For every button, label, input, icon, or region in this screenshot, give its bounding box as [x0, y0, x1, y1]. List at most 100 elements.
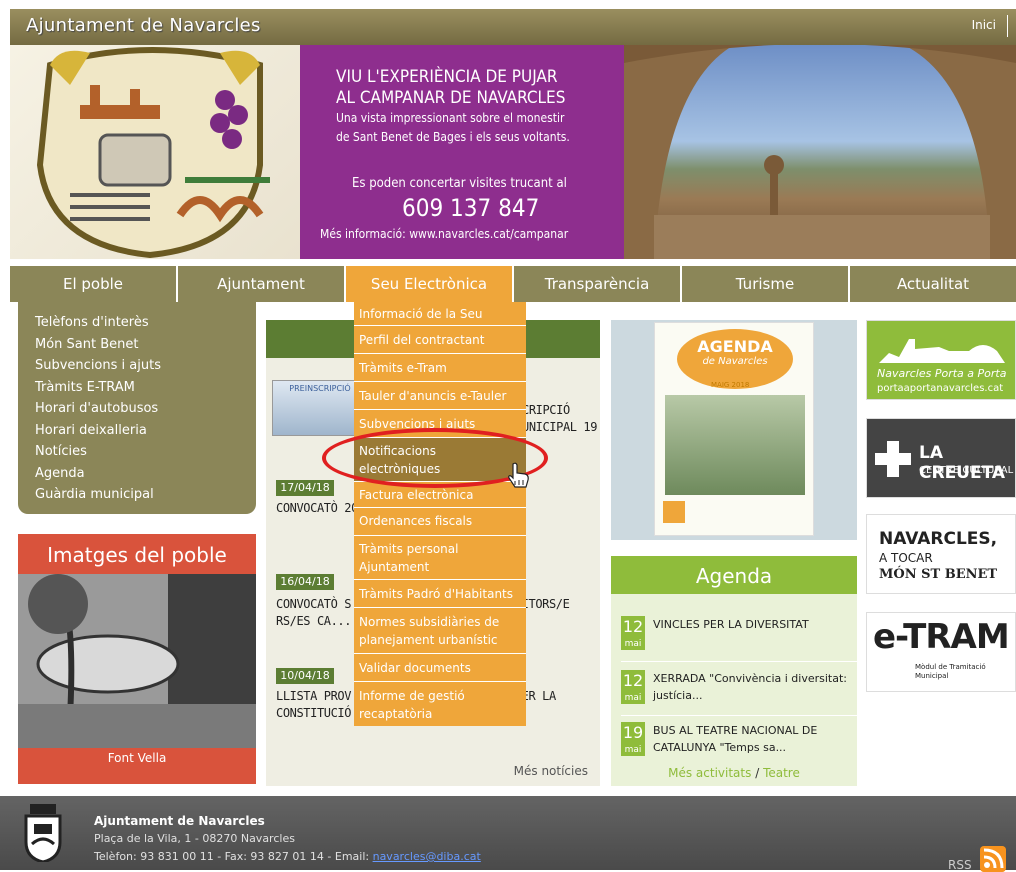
- main-nav: El poble Ajuntament Seu Electrònica Tran…: [10, 266, 1016, 302]
- promo-panel[interactable]: VIU L'EXPERIÈNCIA DE PUJAR AL CAMPANAR D…: [300, 45, 624, 259]
- dropdown-item[interactable]: Informació de la Seu: [354, 302, 526, 326]
- agenda-title: Agenda: [611, 556, 857, 594]
- news-item-4-date: 10/04/18: [276, 668, 334, 684]
- left-menu-item[interactable]: Notícies: [35, 441, 256, 463]
- dropdown-item[interactable]: Perfil del contractant: [354, 326, 526, 354]
- agenda-footer: Més activitats / Teatre: [611, 766, 857, 786]
- left-menu-item[interactable]: Telèfons d'interès: [35, 312, 256, 334]
- bell-tower-photo: [624, 45, 1016, 259]
- poster-logo: [663, 501, 685, 523]
- nav-seu-electronica[interactable]: Seu Electrònica: [346, 266, 514, 302]
- left-menu-item[interactable]: Horari d'autobusos: [35, 398, 256, 420]
- dropdown-item[interactable]: Tràmits personal Ajuntament: [354, 536, 526, 580]
- seu-electronica-dropdown: Informació de la Seu Perfil del contract…: [354, 302, 526, 726]
- municipal-shield-icon: [24, 804, 62, 862]
- event-month: mai: [621, 744, 645, 756]
- crest-image: [10, 45, 300, 259]
- agenda-list: 12 mai VINCLES PER LA DIVERSITAT 12 mai …: [611, 594, 857, 786]
- promo-headline-2: AL CAMPANAR DE NAVARCLES: [336, 88, 566, 108]
- promo-phone: 609 137 847: [402, 194, 540, 222]
- theatre-link[interactable]: Teatre: [763, 766, 800, 780]
- etram-subtitle: Mòdul de Tramitació Municipal: [915, 663, 986, 680]
- promo-text-2: de Sant Benet de Bages i els seus voltan…: [336, 130, 570, 144]
- event-month: mai: [621, 638, 645, 650]
- nav-transparencia[interactable]: Transparència: [514, 266, 682, 302]
- footer: Ajuntament de Navarcles Plaça de la Vila…: [0, 796, 1016, 872]
- left-menu-item[interactable]: Món Sant Benet: [35, 334, 256, 356]
- banner-mon-st-benet[interactable]: NAVARCLES, A TOCAR MÓN ST BENET: [866, 514, 1016, 594]
- promo-call-text: Es poden concertar visites trucant al: [352, 176, 567, 191]
- agenda-poster[interactable]: AGENDA de Navarcles MAIG 2018: [654, 322, 814, 536]
- poster-month: MAIG 2018: [711, 381, 750, 389]
- footer-name: Ajuntament de Navarcles: [94, 814, 265, 828]
- event-title[interactable]: XERRADA "Convivència i diversitat: justí…: [653, 670, 857, 704]
- town-icon: [879, 339, 1005, 363]
- dropdown-item[interactable]: Tauler d'anuncis e-Tauler: [354, 382, 526, 410]
- benet-subtitle: A TOCAR: [879, 551, 933, 565]
- top-bar: Ajuntament de Navarcles Inici: [10, 9, 1016, 45]
- more-news-link[interactable]: Més notícies: [266, 764, 600, 784]
- home-link[interactable]: Inici: [972, 18, 996, 32]
- more-activities-link[interactable]: Més activitats: [668, 766, 751, 780]
- site-title[interactable]: Ajuntament de Navarcles: [26, 15, 261, 36]
- porta-title: Navarcles Porta a Porta: [877, 367, 1007, 380]
- poster-subtitle: de Navarcles: [702, 356, 768, 367]
- event-title[interactable]: BUS AL TEATRE NACIONAL DE CATALUNYA "Tem…: [653, 722, 857, 756]
- footer-phone: Telèfon: 93 831 00 11 - Fax: 93 827 01 1…: [94, 850, 373, 863]
- hand-cursor-icon: [508, 462, 529, 488]
- dropdown-item[interactable]: Tràmits Padró d'Habitants: [354, 580, 526, 608]
- news-item-1-text[interactable]: CRIPCIÓ UNICIPAL 19: [522, 402, 602, 436]
- left-menu-item[interactable]: Guàrdia municipal: [35, 484, 256, 506]
- banner-e-tram[interactable]: e-TRAM Mòdul de Tramitació Municipal: [866, 612, 1016, 692]
- porta-url: portaaportanavarcles.cat: [877, 383, 1004, 394]
- news-thumb-text: PREINSCRIPCIÓ: [289, 384, 351, 393]
- gallery-caption: Font Vella: [18, 748, 256, 784]
- footer-address: Plaça de la Vila, 1 - 08270 Navarcles: [94, 832, 295, 845]
- promo-headline-1: VIU L'EXPERIÈNCIA DE PUJAR: [336, 67, 558, 87]
- banner-porta-a-porta[interactable]: Navarcles Porta a Porta portaaportanavar…: [866, 320, 1016, 400]
- nav-el-poble[interactable]: El poble: [10, 266, 178, 302]
- dropdown-item[interactable]: Validar documents: [354, 654, 526, 682]
- nav-ajuntament[interactable]: Ajuntament: [178, 266, 346, 302]
- creueta-subtitle: CENTRE CULTURAL: [919, 465, 1014, 476]
- event-day: 12: [621, 616, 645, 638]
- separator: [1007, 15, 1008, 37]
- poster-badge: AGENDA de Navarcles: [677, 329, 793, 389]
- poster-image: [665, 395, 805, 495]
- left-menu-item[interactable]: Subvencions i ajuts: [35, 355, 256, 377]
- creueta-title: LA CREUETA: [919, 443, 1006, 483]
- left-menu-item[interactable]: Agenda: [35, 463, 256, 485]
- event-month: mai: [621, 692, 645, 704]
- nav-turisme[interactable]: Turisme: [682, 266, 850, 302]
- dropdown-item[interactable]: Tràmits e-Tram: [354, 354, 526, 382]
- footer-email-link[interactable]: navarcles@diba.cat: [373, 850, 481, 863]
- etram-title: e-TRAM: [873, 617, 1010, 657]
- event-day: 12: [621, 670, 645, 692]
- left-menu: Telèfons d'interès Món Sant Benet Subven…: [18, 302, 256, 514]
- event-title[interactable]: VINCLES PER LA DIVERSITAT: [653, 616, 857, 633]
- rss-icon[interactable]: [980, 846, 1006, 872]
- agenda-event[interactable]: 12 mai XERRADA "Convivència i diversitat…: [621, 656, 857, 716]
- news-item-3-date: 16/04/18: [276, 574, 334, 590]
- dropdown-item[interactable]: Informe de gestió recaptatòria: [354, 682, 526, 726]
- gallery-title: Imatges del poble: [18, 534, 256, 574]
- left-menu-item[interactable]: Tràmits E-TRAM: [35, 377, 256, 399]
- dropdown-item[interactable]: Normes subsidiàries de planejament urban…: [354, 608, 526, 654]
- agenda-event[interactable]: 19 mai BUS AL TEATRE NACIONAL DE CATALUN…: [621, 708, 857, 768]
- banner-la-creueta[interactable]: LA CREUETA CENTRE CULTURAL: [866, 418, 1016, 498]
- left-menu-item[interactable]: Horari deixalleria: [35, 420, 256, 442]
- news-item-2-date: 17/04/18: [276, 480, 334, 496]
- banner[interactable]: VIU L'EXPERIÈNCIA DE PUJAR AL CAMPANAR D…: [10, 45, 1016, 259]
- agenda-event[interactable]: 12 mai VINCLES PER LA DIVERSITAT: [621, 602, 857, 662]
- nav-actualitat[interactable]: Actualitat: [850, 266, 1016, 302]
- gallery-photo[interactable]: [18, 574, 256, 748]
- benet-title: NAVARCLES,: [879, 529, 998, 549]
- benet-extra: MÓN ST BENET: [879, 567, 998, 582]
- poster-title: AGENDA: [697, 337, 773, 356]
- cross-logo-icon: [875, 441, 911, 477]
- promo-text-1: Una vista impressionant sobre el monesti…: [336, 111, 565, 125]
- promo-url: Més informació: www.navarcles.cat/campan…: [320, 227, 569, 241]
- footer-contact: Telèfon: 93 831 00 11 - Fax: 93 827 01 1…: [94, 850, 481, 863]
- separator: /: [755, 766, 760, 780]
- dropdown-item[interactable]: Ordenances fiscals: [354, 508, 526, 536]
